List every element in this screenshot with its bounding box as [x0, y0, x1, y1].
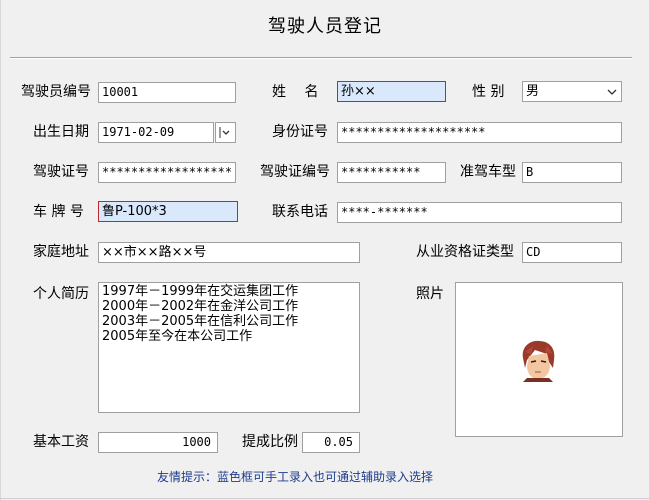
cartoon-avatar — [522, 340, 555, 382]
title-divider — [10, 57, 632, 59]
photo-label: 照片 — [416, 286, 444, 302]
gender-select[interactable]: 男 — [522, 81, 622, 102]
resume-line: 2003年－2005年在信利公司工作 — [102, 314, 299, 329]
chevron-down-icon[interactable] — [602, 82, 621, 101]
driver-license-no-label: 驾驶证号 — [33, 164, 89, 180]
license-file-no-label: 驾驶证编号 — [260, 164, 330, 180]
id-no-input[interactable]: ******************** — [337, 122, 622, 143]
photo-box[interactable] — [455, 282, 623, 437]
hint-text: 友情提示：蓝色框可手工录入也可通过辅助录入选择 — [156, 470, 433, 484]
gender-value: 男 — [526, 84, 540, 99]
page-title: 驾驶人员登记 — [268, 16, 382, 37]
base-salary-label: 基本工资 — [33, 434, 89, 450]
resume-line: 2000年－2002年在金洋公司工作 — [102, 299, 299, 314]
vehicle-type-input[interactable]: B — [522, 162, 622, 183]
license-file-no-input[interactable]: *********** — [337, 162, 446, 183]
birth-date-input[interactable]: 1971-02-09 — [98, 122, 214, 143]
resume-line: 2005年至今在本公司工作 — [102, 329, 253, 344]
phone-label: 联系电话 — [272, 204, 328, 220]
bottom-border — [0, 498, 650, 499]
address-label: 家庭地址 — [33, 244, 89, 260]
date-picker-button[interactable] — [215, 122, 236, 143]
resume-line: 1997年－1999年在交运集团工作 — [102, 284, 299, 299]
address-input[interactable]: ××市××路××号 — [98, 242, 360, 263]
gender-label: 性 别 — [472, 84, 505, 100]
commission-ratio-input[interactable]: 0.05 — [302, 432, 360, 453]
birth-date-label: 出生日期 — [33, 124, 89, 140]
calendar-dropdown-icon — [219, 123, 233, 142]
driver-no-label: 驾驶员编号 — [21, 84, 91, 100]
cert-type-label: 从业资格证类型 — [416, 244, 514, 260]
plate-no-label: 车 牌 号 — [33, 204, 84, 220]
id-no-label: 身份证号 — [272, 124, 328, 140]
resume-label: 个人简历 — [33, 286, 89, 302]
driver-license-no-input[interactable]: ****************** — [98, 162, 236, 183]
vehicle-type-label: 准驾车型 — [460, 164, 516, 180]
driver-no-input[interactable]: 10001 — [98, 82, 236, 103]
cert-type-input[interactable]: CD — [522, 242, 622, 263]
commission-ratio-label: 提成比例 — [242, 434, 298, 450]
resume-textarea[interactable]: 1997年－1999年在交运集团工作 2000年－2002年在金洋公司工作 20… — [98, 282, 360, 413]
phone-input[interactable]: ****-******* — [337, 202, 622, 223]
name-input[interactable]: 孙×× — [337, 81, 446, 102]
plate-no-input[interactable]: 鲁P-100*3 — [98, 201, 238, 222]
name-label: 姓 名 — [272, 84, 319, 100]
base-salary-input[interactable]: 1000 — [98, 432, 218, 453]
